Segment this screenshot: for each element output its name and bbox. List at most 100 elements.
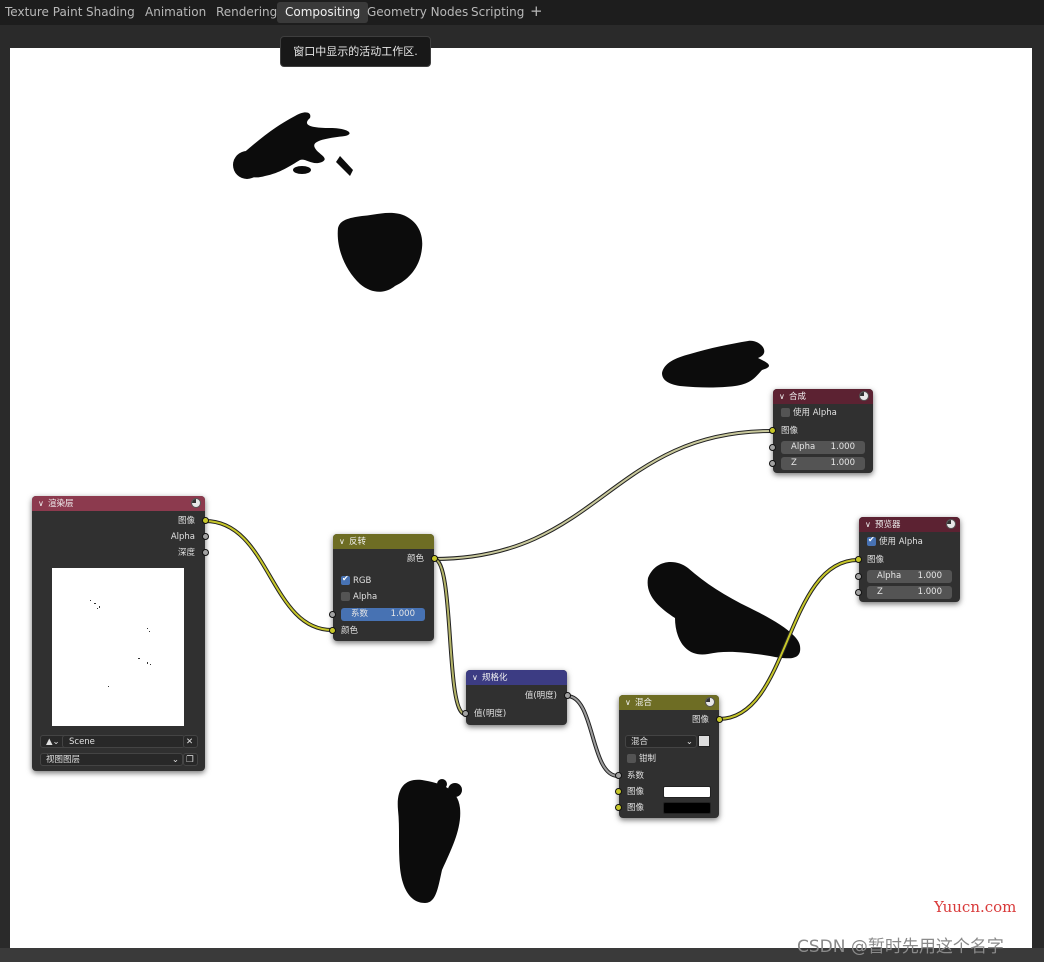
alpha-field-label: Alpha bbox=[791, 442, 816, 452]
input-color-socket[interactable] bbox=[329, 627, 336, 634]
image2-color-swatch[interactable] bbox=[663, 802, 711, 814]
render-icon[interactable] bbox=[946, 519, 956, 529]
output-image-label: 图像 bbox=[691, 715, 709, 725]
node-title: 混合 bbox=[635, 698, 653, 708]
node-title: 预览器 bbox=[875, 520, 901, 530]
collapse-chevron-icon[interactable]: ∨ bbox=[779, 389, 789, 404]
view-layer-dropdown[interactable]: 视图图层 ⌄ bbox=[40, 753, 183, 766]
node-title: 反转 bbox=[349, 537, 367, 547]
output-image-label: 图像 bbox=[177, 516, 195, 526]
invert-header[interactable]: ∨ 反转 bbox=[333, 534, 434, 549]
input-image-label: 图像 bbox=[781, 426, 799, 436]
alpha-field[interactable]: Alpha 1.000 bbox=[781, 441, 865, 454]
use-alpha-checkbox[interactable] bbox=[781, 408, 790, 417]
render-preview-thumbnail bbox=[52, 568, 184, 726]
mix-header[interactable]: ∨ 混合 bbox=[619, 695, 719, 710]
alpha-label: Alpha bbox=[353, 592, 378, 602]
blend-mode-dropdown[interactable]: 混合 ⌄ bbox=[625, 735, 697, 748]
composite-node[interactable]: ∨ 合成 使用 Alpha 图像 Alpha 1.000 Z 1.000 bbox=[769, 389, 873, 473]
fac-value: 1.000 bbox=[390, 609, 415, 619]
output-value-socket[interactable] bbox=[564, 692, 571, 699]
render-layers-node[interactable]: ∨ 渲染层 图像 Alpha 深度 ▲⌄ Scene ✕ 视图图层 ⌄ ❐ bbox=[32, 496, 209, 771]
scene-icon: ▲⌄ bbox=[46, 737, 60, 747]
z-field-label: Z bbox=[791, 458, 797, 468]
output-color-label: 颜色 bbox=[406, 554, 424, 564]
watermark-csdn: CSDN @暂时先用这个名字 bbox=[797, 937, 1004, 957]
input-image-socket[interactable] bbox=[769, 427, 776, 434]
input-alpha-socket[interactable] bbox=[769, 444, 776, 451]
input-image-socket[interactable] bbox=[855, 556, 862, 563]
watermark-site: Yuucn.com bbox=[934, 898, 1017, 916]
viewer-node[interactable]: ∨预览器 使用 Alpha 图像 Alpha 1.000 Z 1.000 bbox=[855, 517, 960, 602]
blend-mode-value: 混合 bbox=[631, 737, 649, 747]
render-layers-header[interactable]: ∨ 渲染层 bbox=[32, 496, 205, 511]
z-field[interactable]: Z 1.000 bbox=[781, 457, 865, 470]
output-alpha-label: Alpha bbox=[170, 532, 195, 542]
input-fac-socket[interactable] bbox=[615, 772, 622, 779]
input-image1-socket[interactable] bbox=[615, 788, 622, 795]
output-color-socket[interactable] bbox=[431, 555, 438, 562]
fac-label: 系数 bbox=[351, 609, 369, 619]
output-alpha-socket[interactable] bbox=[202, 533, 209, 540]
input-color-label: 颜色 bbox=[341, 626, 359, 636]
scene-name: Scene bbox=[69, 737, 95, 747]
chevron-down-icon: ⌄ bbox=[685, 737, 693, 747]
collapse-chevron-icon[interactable]: ∨ bbox=[625, 695, 635, 710]
workspace-tooltip: 窗口中显示的活动工作区. bbox=[280, 36, 431, 67]
view-layer-name: 视图图层 bbox=[46, 755, 81, 765]
scene-field[interactable]: Scene bbox=[62, 735, 185, 748]
collapse-chevron-icon[interactable]: ∨ bbox=[339, 534, 349, 549]
use-alpha-checkbox[interactable] bbox=[867, 535, 876, 546]
render-icon[interactable] bbox=[859, 391, 869, 401]
invert-node[interactable]: ∨反转 颜色 RGB Alpha 系数 1.000 颜色 bbox=[329, 534, 438, 641]
collapse-chevron-icon[interactable]: ∨ bbox=[472, 670, 482, 685]
fac-slider[interactable]: 系数 1.000 bbox=[341, 608, 425, 621]
input-alpha-socket[interactable] bbox=[855, 573, 862, 580]
input-z-socket[interactable] bbox=[769, 460, 776, 467]
close-icon[interactable]: ✕ bbox=[183, 735, 198, 748]
rgb-checkbox[interactable] bbox=[341, 574, 350, 585]
output-depth-socket[interactable] bbox=[202, 549, 209, 556]
alpha-field[interactable]: Alpha 1.000 bbox=[867, 570, 952, 583]
input-image2-socket[interactable] bbox=[615, 804, 622, 811]
render-icon[interactable] bbox=[191, 498, 201, 508]
viewer-header[interactable]: ∨ 预览器 bbox=[859, 517, 960, 532]
alpha-field-label: Alpha bbox=[877, 571, 902, 581]
alpha-field-value: 1.000 bbox=[830, 442, 855, 452]
collapse-chevron-icon[interactable]: ∨ bbox=[865, 517, 875, 532]
output-value-label: 值(明度) bbox=[524, 691, 557, 701]
node-title: 合成 bbox=[789, 392, 807, 402]
output-depth-label: 深度 bbox=[177, 548, 195, 558]
input-fac-label: 系数 bbox=[627, 771, 645, 781]
clamp-label: 钳制 bbox=[639, 754, 657, 764]
normalize-header[interactable]: ∨ 规格化 bbox=[466, 670, 567, 685]
z-field-label: Z bbox=[877, 587, 883, 597]
normalize-node[interactable]: ∨ 规格化 值(明度) 值(明度) bbox=[462, 670, 571, 725]
chevron-down-icon: ⌄ bbox=[171, 755, 179, 765]
use-alpha-label: 使用 Alpha bbox=[879, 537, 923, 547]
mix-node[interactable]: ∨ 混合 图像 混合 ⌄ 钳制 系数 图像 图像 bbox=[615, 695, 723, 818]
z-field[interactable]: Z 1.000 bbox=[867, 586, 952, 599]
input-value-socket[interactable] bbox=[462, 710, 469, 717]
input-image-label: 图像 bbox=[867, 555, 885, 565]
composite-header[interactable]: ∨ 合成 bbox=[773, 389, 873, 404]
node-links bbox=[204, 429, 859, 778]
input-z-socket[interactable] bbox=[855, 589, 862, 596]
input-value-label: 值(明度) bbox=[474, 709, 507, 719]
render-icon[interactable] bbox=[705, 697, 715, 707]
input-fac-socket[interactable] bbox=[329, 611, 336, 618]
clamp-checkbox[interactable] bbox=[627, 754, 636, 763]
input-image1-label: 图像 bbox=[627, 787, 645, 797]
output-image-socket[interactable] bbox=[716, 716, 723, 723]
input-image2-label: 图像 bbox=[627, 803, 645, 813]
collapse-chevron-icon[interactable]: ∨ bbox=[38, 496, 48, 511]
use-alpha-toggle-icon[interactable] bbox=[698, 735, 710, 747]
copy-layer-icon[interactable]: ❐ bbox=[183, 753, 198, 766]
alpha-checkbox[interactable] bbox=[341, 592, 350, 601]
node-title: 渲染层 bbox=[48, 499, 74, 509]
z-field-value: 1.000 bbox=[917, 587, 942, 597]
output-image-socket[interactable] bbox=[202, 517, 209, 524]
use-alpha-label: 使用 Alpha bbox=[793, 408, 837, 418]
z-field-value: 1.000 bbox=[830, 458, 855, 468]
image1-color-swatch[interactable] bbox=[663, 786, 711, 798]
